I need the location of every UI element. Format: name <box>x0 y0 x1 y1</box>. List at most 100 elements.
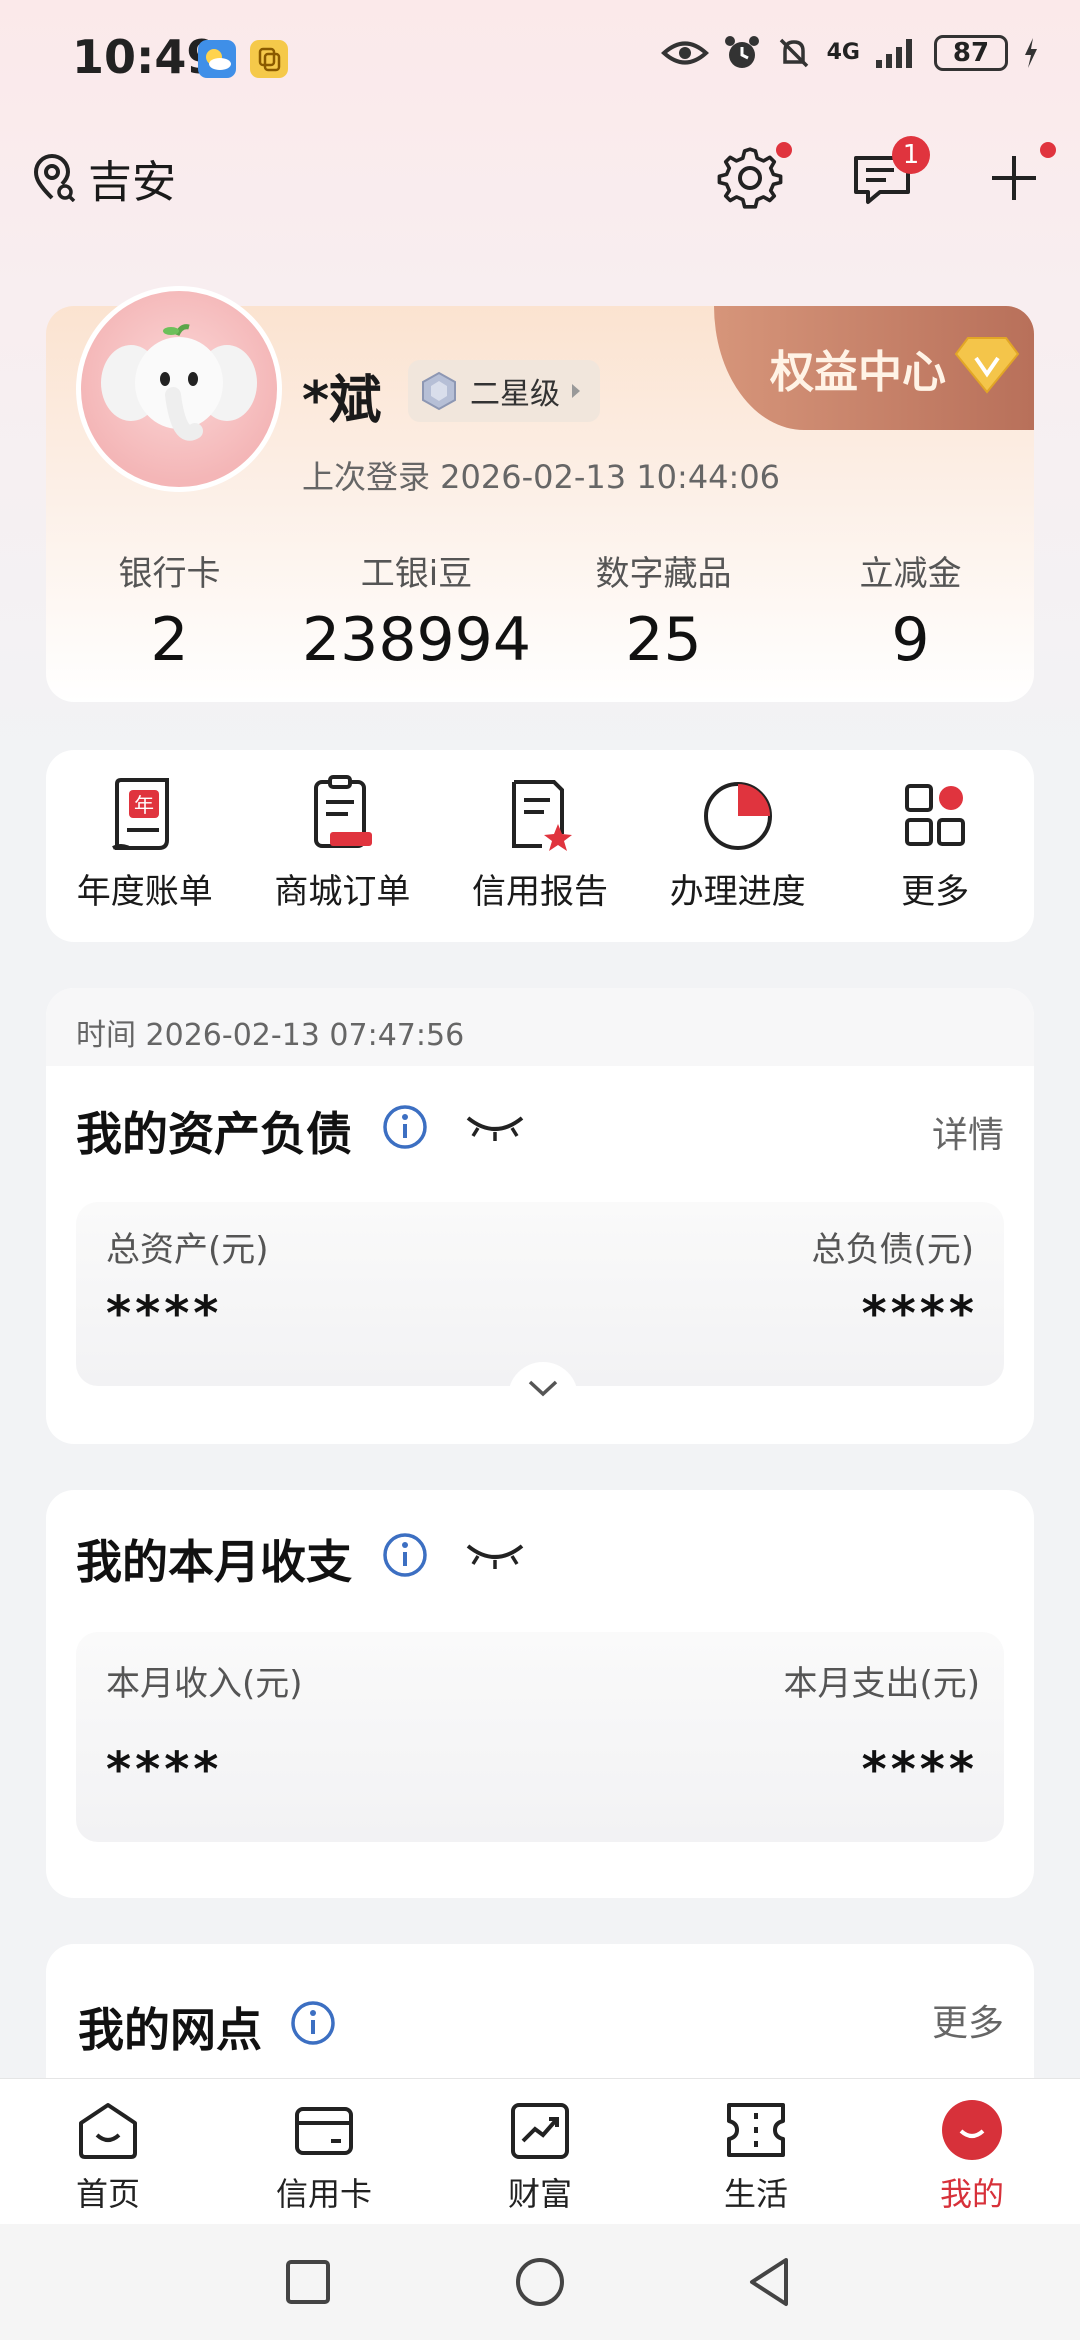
avatar[interactable] <box>76 286 282 492</box>
branch-title: 我的网点 <box>78 2003 262 2057</box>
progress-icon <box>703 782 772 850</box>
benefit-center-button[interactable]: 权益中心 <box>714 306 1034 430</box>
stat-instant-discount[interactable]: 立减金 9 <box>787 546 1034 675</box>
ticket-icon <box>727 2103 785 2157</box>
quick-action-more[interactable]: 更多 <box>836 750 1034 942</box>
stat-value: 2 <box>150 605 189 675</box>
quick-action-label: 年度账单 <box>76 872 213 912</box>
nav-credit-card[interactable]: 信用卡 <box>216 2079 432 2224</box>
quick-actions-card: 年 年度账单 商城订单 信用报告 办理进度 更多 <box>46 750 1034 942</box>
stat-digital-collectibles[interactable]: 数字藏品 25 <box>540 546 787 675</box>
wealth-chart-icon <box>511 2103 569 2159</box>
monthly-title: 我的本月收支 <box>76 1535 352 1589</box>
quick-action-label: 商城订单 <box>274 872 411 912</box>
info-icon[interactable] <box>382 1532 428 1578</box>
network-type: 4G <box>826 40 860 65</box>
system-navigation-bar <box>0 2224 1080 2340</box>
stat-label: 工银i豆 <box>360 554 473 594</box>
assets-detail-link[interactable]: 详情 <box>932 1106 1004 1158</box>
location-selector[interactable]: 吉安 <box>32 146 176 210</box>
annual-bill-icon: 年 <box>111 778 169 850</box>
profile-stats: 银行卡 2 工银i豆 238994 数字藏品 25 立减金 9 <box>46 546 1034 675</box>
profile-card: 权益中心 *斌 二星级 上次登录 2026-02-13 10:44:06 银行卡 <box>46 286 1034 702</box>
nav-label: 我的 <box>939 2175 1004 2213</box>
back-button[interactable] <box>742 2254 798 2310</box>
monthly-summary-box: 本月收入(元) **** 本月支出(元) **** <box>76 1632 1004 1842</box>
info-icon[interactable] <box>382 1104 428 1150</box>
messages-button[interactable]: 1 <box>846 136 930 214</box>
home-button[interactable] <box>512 2254 568 2310</box>
top-header: 吉安 1 <box>0 130 1080 230</box>
assets-title: 我的资产负债 <box>76 1107 352 1161</box>
nav-mine[interactable]: 我的 <box>864 2079 1080 2224</box>
stat-bank-cards[interactable]: 银行卡 2 <box>46 546 293 675</box>
asset-update-time: 时间 2026-02-13 07:47:56 <box>76 1018 465 1053</box>
status-bar: 10:49 4G 87 <box>0 0 1080 120</box>
nav-label: 信用卡 <box>275 2175 372 2213</box>
chevron-right-icon <box>572 384 580 398</box>
eye-closed-icon[interactable] <box>464 1538 526 1572</box>
monthly-income-value: **** <box>106 1742 223 1798</box>
hexagon-level-icon <box>422 371 456 411</box>
home-icon <box>79 2103 137 2159</box>
quick-action-label: 办理进度 <box>669 872 806 912</box>
recent-apps-button[interactable] <box>280 2254 336 2310</box>
user-name: *斌 <box>302 371 382 431</box>
benefit-center-label: 权益中心 <box>770 347 946 398</box>
eye-closed-icon[interactable] <box>464 1110 526 1144</box>
info-icon[interactable] <box>290 2000 336 2046</box>
nav-label: 财富 <box>507 2175 572 2213</box>
stat-icbc-beans[interactable]: 工银i豆 238994 <box>293 546 540 675</box>
chevron-down-icon <box>528 1380 558 1397</box>
location-label: 吉安 <box>88 157 176 208</box>
stat-label: 立减金 <box>859 554 962 594</box>
stat-value: 25 <box>625 605 702 675</box>
expand-button[interactable] <box>508 1362 578 1406</box>
elephant-avatar-icon <box>101 324 257 441</box>
quick-action-mall-orders[interactable]: 商城订单 <box>244 750 442 942</box>
alarm-icon <box>724 36 759 68</box>
quick-action-progress[interactable]: 办理进度 <box>639 750 837 942</box>
stat-label: 数字藏品 <box>595 554 732 594</box>
monthly-expense-label: 本月支出(元) <box>783 1664 980 1704</box>
branch-more-link[interactable]: 更多 <box>932 1994 1004 2046</box>
credit-report-icon <box>511 780 572 851</box>
credit-card-icon <box>295 2107 353 2155</box>
quick-action-annual-bill[interactable]: 年 年度账单 <box>46 750 244 942</box>
add-red-dot <box>1040 142 1056 158</box>
nav-home[interactable]: 首页 <box>0 2079 216 2224</box>
member-level-badge[interactable]: 二星级 <box>408 360 600 422</box>
mine-active-icon <box>942 2100 1002 2160</box>
signal-icon <box>876 39 912 68</box>
add-button[interactable] <box>978 142 1056 214</box>
settings-red-dot <box>776 142 792 158</box>
mute-icon <box>779 38 808 68</box>
status-icons: 4G 87 <box>660 34 1040 72</box>
monthly-income-label: 本月收入(元) <box>106 1664 303 1704</box>
stat-value: 238994 <box>301 605 532 675</box>
diamond-icon <box>954 337 1020 394</box>
nav-wealth[interactable]: 财富 <box>432 2079 648 2224</box>
member-level-label: 二星级 <box>470 377 560 412</box>
message-count-badge: 1 <box>892 136 930 174</box>
quick-action-credit-report[interactable]: 信用报告 <box>441 750 639 942</box>
clipboard-app-icon <box>250 40 288 78</box>
plus-icon <box>992 156 1036 200</box>
settings-button[interactable] <box>714 142 792 214</box>
location-pin-icon <box>33 154 76 202</box>
stat-value: 9 <box>891 605 930 675</box>
monthly-expense-value: **** <box>861 1742 978 1798</box>
status-time: 10:49 <box>72 30 219 84</box>
stat-label: 银行卡 <box>118 554 221 594</box>
svg-text:年: 年 <box>134 793 154 817</box>
nav-label: 生活 <box>723 2175 788 2213</box>
charging-icon <box>1025 38 1037 68</box>
last-login-time: 上次登录 2026-02-13 10:44:06 <box>302 458 781 496</box>
asset-time-bar: 时间 2026-02-13 07:47:56 <box>46 988 1034 1066</box>
total-debt-label: 总负债(元) <box>811 1230 974 1270</box>
nav-life[interactable]: 生活 <box>648 2079 864 2224</box>
nav-label: 首页 <box>75 2175 140 2213</box>
assets-liabilities-card: 时间 2026-02-13 07:47:56 我的资产负债 详情 总资产(元) … <box>46 988 1034 1444</box>
gear-icon <box>717 147 783 209</box>
total-assets-label: 总资产(元) <box>106 1230 269 1270</box>
